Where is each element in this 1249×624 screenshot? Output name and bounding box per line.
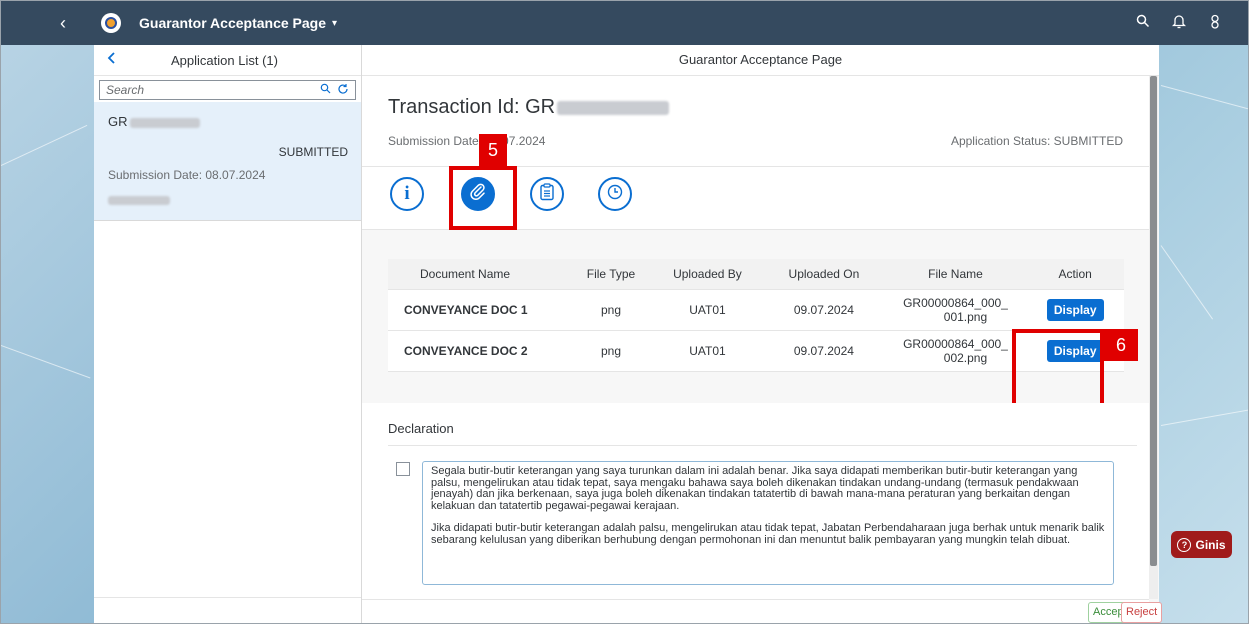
- transaction-id: Transaction Id: GR: [388, 96, 670, 119]
- action-cell: Display: [1026, 289, 1124, 331]
- back-button[interactable]: ‹: [43, 13, 83, 34]
- tab-info[interactable]: i: [390, 177, 424, 211]
- declaration-checkbox[interactable]: [396, 462, 410, 476]
- search-icon[interactable]: [320, 83, 331, 97]
- detail-page: Guarantor Acceptance Page Transaction Id…: [362, 45, 1163, 623]
- divider: [388, 445, 1137, 446]
- bg-line: [1, 124, 88, 166]
- scrollbar[interactable]: [1149, 76, 1158, 599]
- bg-line: [1, 345, 91, 379]
- declaration-section: Declaration Segala butir-butir keteranga…: [362, 403, 1149, 599]
- bg-line: [1160, 409, 1248, 426]
- history-icon: [606, 183, 624, 206]
- col-document-name: Document Name: [388, 259, 571, 290]
- detail-header: Guarantor Acceptance Page: [362, 45, 1159, 76]
- info-icon: i: [404, 183, 410, 204]
- display-button[interactable]: Display: [1046, 299, 1104, 321]
- file-type: png: [570, 330, 652, 372]
- document-name: CONVEYANCE DOC 2: [388, 330, 571, 372]
- shell-title[interactable]: Guarantor Acceptance Page: [139, 15, 326, 31]
- file-type: png: [570, 289, 652, 331]
- bg-line: [1160, 85, 1248, 110]
- col-file-type: File Type: [570, 259, 652, 290]
- submission-date: Submission Date: 09.07.2024: [388, 134, 546, 148]
- master-footer: [94, 597, 361, 623]
- bg-line: [1160, 245, 1214, 320]
- table-row: CONVEYANCE DOC 1 png UAT01 09.07.2024 GR…: [388, 289, 1124, 331]
- bell-icon[interactable]: [1171, 14, 1187, 33]
- declaration-paragraph-2: Jika didapati butir-butir keterangan ada…: [431, 522, 1105, 546]
- uploaded-by: UAT01: [651, 289, 764, 331]
- master-list: Application List (1) Search GR SUBMITTED…: [94, 45, 362, 623]
- help-icon: ?: [1177, 537, 1192, 552]
- callout-badge-6: 6: [1104, 329, 1138, 361]
- refresh-icon[interactable]: [337, 83, 349, 98]
- list-item-id: GR: [108, 114, 200, 129]
- user-icon[interactable]: [1208, 14, 1222, 33]
- search-icon[interactable]: [1136, 14, 1150, 32]
- list-item-date: Submission Date: 08.07.2024: [108, 168, 266, 182]
- declaration-title: Declaration: [388, 421, 454, 436]
- master-title: Application List (1): [171, 52, 278, 68]
- reject-button[interactable]: Reject: [1121, 602, 1163, 623]
- declaration-paragraph-1: Segala butir-butir keterangan yang saya …: [431, 465, 1079, 512]
- list-item[interactable]: GR SUBMITTED Submission Date: 08.07.2024: [94, 102, 361, 221]
- footer-toolbar: Accept Reject: [362, 599, 1163, 623]
- attachments-table: Document Name File Type Uploaded By Uplo…: [388, 259, 1138, 412]
- scrollbar-thumb[interactable]: [1150, 76, 1157, 566]
- document-name: CONVEYANCE DOC 1: [388, 289, 571, 331]
- master-header: Application List (1): [94, 45, 361, 76]
- col-uploaded-by: Uploaded By: [651, 259, 764, 290]
- ginis-label: Ginis: [1195, 537, 1226, 552]
- app-frame: ‹ Guarantor Acceptance Page ▾ Applicatio…: [0, 0, 1249, 624]
- icon-tab-bar: i 5: [362, 134, 1149, 230]
- list-item-redacted: [108, 192, 170, 210]
- file-name: GR00000864_000_ 001.png: [884, 289, 1027, 331]
- callout-box-6: [1012, 329, 1104, 412]
- nav-back-button[interactable]: [94, 51, 128, 69]
- tab-notes[interactable]: [530, 177, 564, 211]
- declaration-text: Segala butir-butir keterangan yang saya …: [422, 461, 1114, 585]
- tab-history[interactable]: [598, 177, 632, 211]
- callout-badge-5: 5: [479, 134, 507, 166]
- col-uploaded-on: Uploaded On: [763, 259, 885, 290]
- search-placeholder: Search: [106, 83, 145, 97]
- col-file-name: File Name: [884, 259, 1027, 290]
- file-name: GR00000864_000_ 002.png: [884, 330, 1027, 372]
- notes-icon: [539, 182, 555, 206]
- uploaded-on: 09.07.2024: [763, 330, 885, 372]
- list-item-status: SUBMITTED: [278, 145, 348, 159]
- uploaded-by: UAT01: [651, 330, 764, 372]
- ginis-button[interactable]: ? Ginis: [1171, 531, 1232, 558]
- app-logo: [101, 13, 121, 33]
- search-input[interactable]: Search: [99, 80, 356, 100]
- table-header-row: Document Name File Type Uploaded By Uplo…: [388, 259, 1124, 290]
- shell-bar: ‹ Guarantor Acceptance Page ▾: [1, 1, 1248, 45]
- callout-box-5: [449, 166, 517, 230]
- uploaded-on: 09.07.2024: [763, 289, 885, 331]
- chevron-down-icon[interactable]: ▾: [332, 18, 337, 29]
- col-action: Action: [1026, 259, 1124, 290]
- application-status: Application Status: SUBMITTED: [950, 134, 1123, 148]
